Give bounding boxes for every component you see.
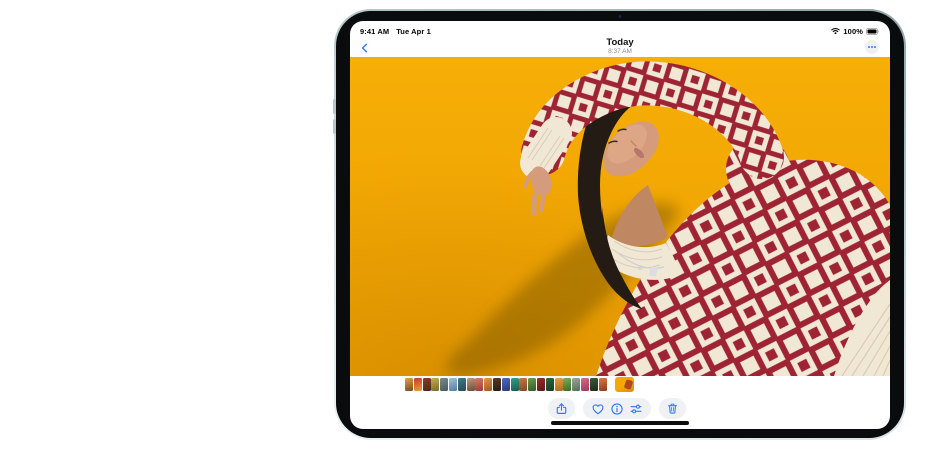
filmstrip-thumb[interactable] xyxy=(458,378,466,391)
filmstrip-thumb[interactable] xyxy=(555,378,563,391)
filmstrip-thumb[interactable] xyxy=(511,378,519,391)
back-button[interactable] xyxy=(357,40,371,55)
filmstrip-thumb[interactable] xyxy=(519,378,527,391)
status-left: 9:41 AM Tue Apr 1 xyxy=(360,27,431,36)
filmstrip-thumb[interactable] xyxy=(440,378,448,391)
battery-percent: 100% xyxy=(843,27,863,36)
filmstrip-thumb[interactable] xyxy=(493,378,501,391)
filmstrip-thumb[interactable] xyxy=(502,378,510,391)
nav-bar: Today 8:37 AM xyxy=(350,38,890,57)
filmstrip-thumb[interactable] xyxy=(546,378,554,391)
ellipsis-icon xyxy=(868,46,870,48)
more-button[interactable] xyxy=(865,40,879,54)
photo-illustration xyxy=(350,57,890,376)
filmstrip-selected-thumb[interactable] xyxy=(615,377,634,392)
filmstrip-thumb[interactable] xyxy=(572,378,580,391)
date: Tue Apr 1 xyxy=(396,27,431,36)
filmstrip-thumb[interactable] xyxy=(405,378,413,391)
wifi-icon xyxy=(831,27,840,35)
home-indicator[interactable] xyxy=(551,421,689,425)
filmstrip-thumb[interactable] xyxy=(431,378,439,391)
volume-down-button xyxy=(333,119,336,134)
filmstrip-thumb[interactable] xyxy=(423,378,431,391)
adjust-button[interactable] xyxy=(628,401,644,417)
heart-icon xyxy=(591,402,605,416)
delete-button[interactable] xyxy=(659,398,686,419)
filmstrip-thumb[interactable] xyxy=(590,378,598,391)
share-icon xyxy=(555,401,568,416)
filmstrip-thumb[interactable] xyxy=(484,378,492,391)
share-button[interactable] xyxy=(548,398,575,419)
filmstrip-thumb[interactable] xyxy=(414,378,422,391)
battery-icon xyxy=(866,28,880,35)
page-subtitle: 8:37 AM xyxy=(350,48,890,55)
filmstrip-thumb[interactable] xyxy=(563,378,571,391)
filmstrip-thumb[interactable] xyxy=(467,378,475,391)
filmstrip-thumb[interactable] xyxy=(475,378,483,391)
status-right: 100% xyxy=(831,27,880,36)
page-title: Today xyxy=(350,38,890,48)
photos-app-screen: 9:41 AM Tue Apr 1 100% xyxy=(350,21,890,429)
ipad-device: 9:41 AM Tue Apr 1 100% xyxy=(334,9,906,440)
info-button[interactable] xyxy=(609,401,625,417)
clock: 9:41 AM xyxy=(360,27,389,36)
volume-up-button xyxy=(333,99,336,114)
actions-pill xyxy=(583,398,651,419)
filmstrip-thumb[interactable] xyxy=(528,378,536,391)
bottom-toolbar xyxy=(350,398,890,419)
photo-view[interactable] xyxy=(350,57,890,376)
filmstrip xyxy=(350,376,890,393)
filmstrip-thumb[interactable] xyxy=(537,378,545,391)
chevron-left-icon xyxy=(360,42,369,54)
filmstrip-thumb[interactable] xyxy=(599,378,607,391)
filmstrip-thumbnails xyxy=(405,378,607,391)
favorite-button[interactable] xyxy=(590,401,606,417)
ipad-bezel: 9:41 AM Tue Apr 1 100% xyxy=(336,11,904,438)
info-icon xyxy=(610,402,624,416)
trash-icon xyxy=(666,401,679,416)
filmstrip-thumb[interactable] xyxy=(581,378,589,391)
status-bar: 9:41 AM Tue Apr 1 100% xyxy=(350,21,890,38)
front-camera xyxy=(619,15,622,18)
nav-title-group: Today 8:37 AM xyxy=(350,38,890,55)
filmstrip-thumb[interactable] xyxy=(449,378,457,391)
adjust-icon xyxy=(629,402,643,416)
